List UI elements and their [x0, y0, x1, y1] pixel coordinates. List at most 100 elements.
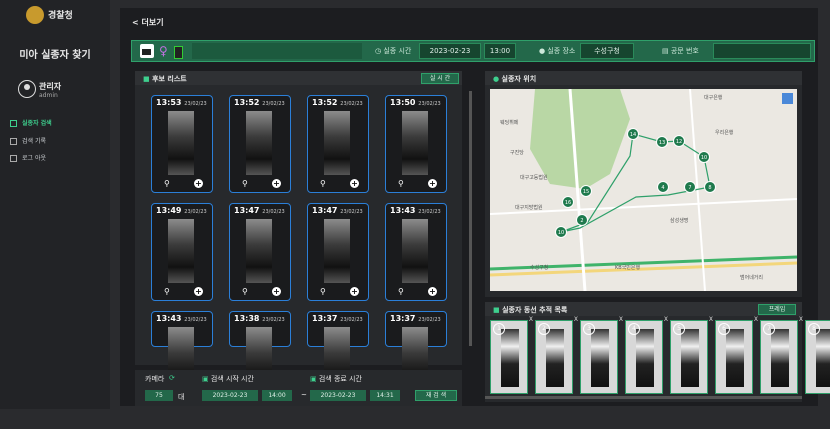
map-label: 삼성생명 [670, 218, 689, 224]
nav-label: 실종자 검색 [22, 120, 52, 127]
magnify-icon[interactable]: ⚲ [164, 287, 170, 296]
candidate-title: ■ 후보 리스트 [143, 74, 187, 84]
tracking-scrollbar[interactable] [485, 396, 802, 399]
map-label: 수성구청 [530, 265, 549, 271]
tracking-thumbnail[interactable]: 3X [580, 316, 623, 394]
remove-icon[interactable]: X [799, 316, 803, 323]
card-date: 23/02/23 [184, 317, 207, 323]
candidate-card[interactable]: 13:47 23/02/23 ⚲ + [307, 203, 369, 301]
remove-icon[interactable]: X [529, 316, 533, 323]
tracking-thumbnail[interactable]: 2X [535, 316, 578, 394]
person-thumbnail [246, 111, 272, 175]
place-label: ● 실종 장소 [539, 47, 576, 55]
location-map[interactable]: 14 13 12 10 4 7 8 15 16 10 2 대구은행 웨딩뷔페 구진당 우리은행 대구고등법원 대… [490, 89, 797, 291]
map-svg[interactable] [490, 89, 797, 291]
nav-item-logout[interactable]: 로그 아웃 [10, 153, 46, 162]
sequence-number: 3 [583, 323, 595, 335]
remove-icon[interactable]: X [619, 316, 623, 323]
candidate-card[interactable]: 13:52 23/02/23 ⚲ + [307, 95, 369, 193]
route-marker[interactable]: 7 [684, 181, 696, 193]
candidate-card[interactable]: 13:52 23/02/23 ⚲ + [229, 95, 291, 193]
magnify-icon[interactable]: ⚲ [242, 287, 248, 296]
card-time: 13:43 [390, 206, 416, 215]
add-icon[interactable]: + [272, 287, 281, 296]
nav-item-history[interactable]: 검색 기록 [10, 136, 46, 145]
candidate-card[interactable]: 13:49 23/02/23 ⚲ + [151, 203, 213, 301]
end-time-field[interactable]: 14:31 [370, 390, 400, 401]
location-title: ● 실종자 위치 [493, 74, 536, 84]
route-marker[interactable]: 15 [580, 185, 592, 197]
card-date: 23/02/23 [184, 101, 207, 107]
place-label-text: 실종 장소 [547, 47, 576, 55]
magnify-icon[interactable]: ⚲ [164, 179, 170, 188]
expand-icon[interactable] [782, 93, 793, 104]
doc-number-field[interactable] [713, 43, 811, 59]
pin-icon: ● [493, 75, 502, 83]
tracking-thumbnail[interactable]: 7X [760, 316, 803, 394]
female-icon: ♀ [159, 44, 168, 58]
tracking-thumbnail[interactable]: 6X [715, 316, 758, 394]
candidate-card[interactable]: 13:37 23/02/23 [385, 311, 447, 391]
end-date-field[interactable]: 2023-02-23 [310, 390, 366, 401]
person-thumbnail [816, 329, 830, 387]
candidate-scrollbar[interactable] [469, 91, 472, 346]
remove-icon[interactable]: X [754, 316, 758, 323]
sequence-number: 1 [493, 323, 505, 335]
candidate-card[interactable]: 13:47 23/02/23 ⚲ + [229, 203, 291, 301]
candidate-card[interactable]: 13:50 23/02/23 ⚲ + [385, 95, 447, 193]
magnify-icon[interactable]: ⚲ [320, 179, 326, 188]
route-marker[interactable]: 10 [698, 151, 710, 163]
route-marker[interactable]: 16 [562, 196, 574, 208]
card-time: 13:47 [312, 206, 338, 215]
date-field[interactable]: 2023-02-23 [419, 43, 481, 59]
magnify-icon[interactable]: ⚲ [398, 179, 404, 188]
route-marker[interactable]: 4 [657, 181, 669, 193]
tracking-thumbnail[interactable]: 5X [670, 316, 713, 394]
card-time: 13:37 [390, 314, 416, 323]
doc-label: ▤ 공문 번호 [662, 47, 699, 55]
tracking-panel: ■ 실종자 동선 추적 목록 프레임 1X2X3X4X5X6X7X8X [485, 302, 830, 402]
candidate-card[interactable]: 13:43 23/02/23 [151, 311, 213, 391]
place-field[interactable]: 수성구청 [580, 43, 634, 59]
route-marker[interactable]: 8 [704, 181, 716, 193]
grid-icon: ■ [493, 306, 503, 314]
candidate-card[interactable]: 13:43 23/02/23 ⚲ + [385, 203, 447, 301]
add-icon[interactable]: + [428, 179, 437, 188]
add-icon[interactable]: + [194, 287, 203, 296]
magnify-icon[interactable]: ⚲ [242, 179, 248, 188]
card-date: 23/02/23 [418, 101, 441, 107]
frame-button[interactable]: 프레임 [758, 304, 796, 315]
route-marker[interactable]: 13 [656, 136, 668, 148]
magnify-icon[interactable]: ⚲ [398, 287, 404, 296]
time-field[interactable]: 13:00 [484, 43, 516, 59]
back-link[interactable]: < 더보기 [132, 17, 164, 28]
candidate-card[interactable]: 13:37 23/02/23 [307, 311, 369, 391]
realtime-button[interactable]: 실 시 간 [421, 73, 459, 84]
tracking-thumbnail[interactable]: 4X [625, 316, 668, 394]
route-marker[interactable]: 10 [555, 226, 567, 238]
tracking-thumbnail[interactable]: 1X [490, 316, 533, 394]
person-thumbnail [501, 329, 519, 387]
remove-icon[interactable]: X [664, 316, 668, 323]
person-thumbnail [591, 329, 609, 387]
research-button[interactable]: 재 검 색 [415, 390, 457, 401]
add-icon[interactable]: + [428, 287, 437, 296]
add-icon[interactable]: + [194, 179, 203, 188]
magnify-icon[interactable]: ⚲ [320, 287, 326, 296]
start-time-field[interactable]: 14:00 [262, 390, 292, 401]
add-icon[interactable]: + [350, 287, 359, 296]
start-date-field[interactable]: 2023-02-23 [202, 390, 258, 401]
nav-item-search[interactable]: 실종자 검색 [10, 118, 52, 127]
remove-icon[interactable]: X [709, 316, 713, 323]
add-icon[interactable]: + [272, 179, 281, 188]
refresh-icon[interactable]: ⟳ [169, 374, 175, 382]
candidate-card[interactable]: 13:38 23/02/23 [229, 311, 291, 391]
remove-icon[interactable]: X [574, 316, 578, 323]
route-marker[interactable]: 12 [673, 135, 685, 147]
tracking-thumbnail[interactable]: 8X [805, 320, 830, 394]
route-marker[interactable]: 14 [627, 128, 639, 140]
route-marker[interactable]: 2 [576, 214, 588, 226]
candidate-card[interactable]: 13:53 23/02/23 ⚲ + [151, 95, 213, 193]
add-icon[interactable]: + [350, 179, 359, 188]
person-thumbnail [681, 329, 699, 387]
